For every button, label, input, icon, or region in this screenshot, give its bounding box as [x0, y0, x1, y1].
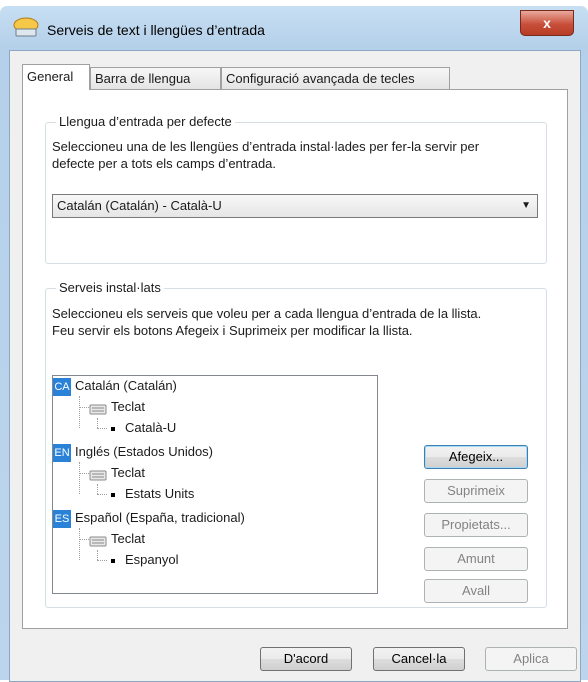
cancel-button[interactable]: Cancel·la [373, 647, 465, 671]
tab-general[interactable]: General [22, 64, 90, 90]
close-button[interactable]: x [520, 10, 574, 36]
keyboard-icon [89, 404, 107, 415]
tree-connector [79, 462, 80, 494]
tree-connector [97, 418, 98, 428]
properties-button[interactable]: Propietats... [424, 513, 528, 537]
language-code-badge: EN [53, 443, 71, 462]
tree-connector [97, 560, 107, 561]
move-down-button[interactable]: Avall [424, 579, 528, 603]
tree-connector [79, 396, 80, 428]
language-name: Catalán (Catalán) [75, 378, 177, 393]
tree-item-category[interactable]: Teclat [89, 463, 145, 483]
dialog-body: General Barra de llengua Configuració av… [9, 50, 581, 682]
default-language-select[interactable]: Catalán (Catalán) - Català-U ▼ [52, 194, 538, 218]
layout-label: Estats Units [125, 486, 195, 501]
add-button[interactable]: Afegeix... [424, 445, 528, 469]
layout-label: Espanyol [125, 552, 179, 567]
remove-button[interactable]: Suprimeix [424, 479, 528, 503]
installed-services-tree[interactable]: CA Catalán (Catalán) Teclat Català-U EN In… [52, 375, 378, 594]
language-code-badge: CA [53, 377, 71, 396]
tree-connector [79, 473, 89, 474]
tree-item-language[interactable]: EN Inglés (Estados Unidos) [53, 442, 213, 462]
keyboard-chat-icon [13, 17, 39, 37]
installed-services-group: Serveis instal·lats Seleccioneu els serv… [45, 280, 547, 608]
bullet-icon [111, 426, 115, 431]
tree-connector [97, 494, 107, 495]
window-title: Serveis de text i llengües d’entrada [47, 22, 265, 38]
keyboard-icon [89, 470, 107, 481]
bullet-icon [111, 558, 115, 563]
default-language-title: Llengua d’entrada per defecte [56, 114, 235, 129]
title-bar[interactable]: Serveis de text i llengües d’entrada x [0, 6, 588, 50]
tree-item-language[interactable]: ES Español (España, tradicional) [53, 508, 245, 528]
tree-connector [79, 528, 80, 560]
category-label: Teclat [111, 399, 145, 414]
keyboard-icon [89, 536, 107, 547]
move-up-button[interactable]: Amunt [424, 547, 528, 571]
layout-label: Català-U [125, 420, 177, 435]
tree-item-layout[interactable]: Català-U [111, 418, 176, 438]
default-language-group: Llengua d’entrada per defecte Seleccione… [45, 114, 547, 264]
installed-services-title: Serveis instal·lats [56, 280, 164, 295]
tree-item-category[interactable]: Teclat [89, 529, 145, 549]
apply-button[interactable]: Aplica [485, 647, 577, 671]
tab-panel-general: Llengua d’entrada per defecte Seleccione… [22, 89, 568, 629]
category-label: Teclat [111, 531, 145, 546]
tree-item-layout[interactable]: Espanyol [111, 550, 178, 570]
bullet-icon [111, 492, 115, 497]
tree-connector [97, 428, 107, 429]
tree-connector [79, 539, 89, 540]
language-code-badge: ES [53, 509, 71, 528]
tree-connector [97, 484, 98, 494]
tab-language-bar[interactable]: Barra de llengua [90, 67, 221, 89]
tab-advanced-key-settings[interactable]: Configuració avançada de tecles [221, 67, 450, 89]
installed-services-description-2: Feu servir els botons Afegeix i Suprimei… [52, 323, 413, 338]
category-label: Teclat [111, 465, 145, 480]
language-name: Inglés (Estados Unidos) [75, 444, 214, 459]
ok-button[interactable]: D'acord [260, 647, 352, 671]
language-name: Español (España, tradicional) [75, 510, 245, 525]
chevron-down-icon: ▼ [521, 200, 531, 211]
default-language-description-1: Seleccioneu una de les llengües d’entrad… [52, 139, 480, 154]
tree-item-language[interactable]: CA Catalán (Catalán) [53, 376, 177, 396]
default-language-description-2: defecte per a tots els camps d’entrada. [52, 156, 277, 171]
tree-item-category[interactable]: Teclat [89, 397, 145, 417]
tree-item-layout[interactable]: Estats Units [111, 484, 194, 504]
tree-connector [79, 407, 89, 408]
default-language-value: Catalán (Catalán) - Català-U [57, 198, 222, 213]
installed-services-description-1: Seleccioneu els serveis que voleu per a … [52, 306, 482, 321]
dialog-window: Serveis de text i llengües d’entrada x G… [0, 6, 588, 682]
tree-connector [97, 550, 98, 560]
